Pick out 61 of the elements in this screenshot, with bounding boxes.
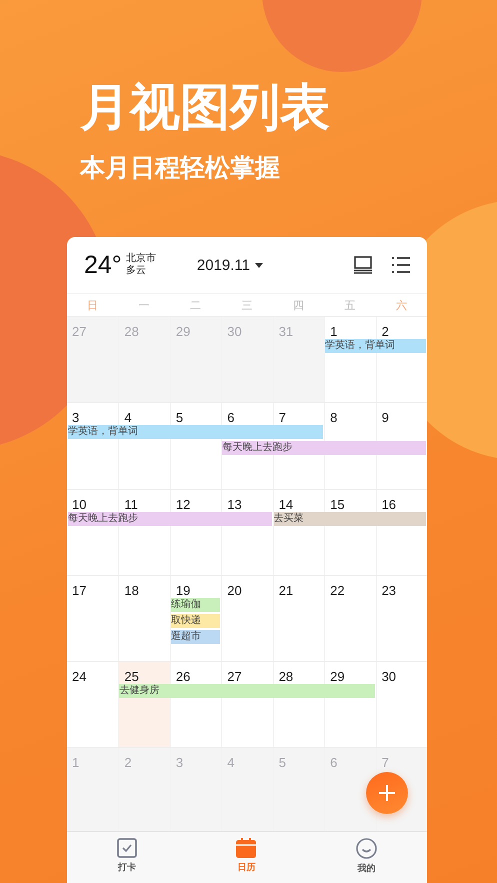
day-number[interactable]: 15 — [330, 496, 345, 512]
day-number[interactable]: 20 — [227, 582, 242, 598]
day-number[interactable]: 29 — [330, 669, 345, 684]
tab-item[interactable]: 打卡 — [106, 832, 147, 883]
event-bar[interactable]: 学英语，背单词 — [68, 425, 324, 440]
day-number[interactable]: 11 — [124, 496, 138, 512]
weekday-label: 六 — [396, 298, 407, 312]
day-number[interactable]: 6 — [227, 410, 235, 426]
promo-title: 月视图列表 — [80, 77, 330, 138]
day-number[interactable]: 9 — [382, 410, 389, 426]
day-number[interactable]: 22 — [330, 582, 345, 598]
panel-icon[interactable] — [353, 256, 373, 274]
event-bar[interactable]: 取快递 — [170, 614, 220, 628]
weather-label: 多云 — [126, 265, 147, 277]
day-number[interactable]: 30 — [382, 669, 396, 684]
promo-subtitle: 本月日程轻松掌握 — [80, 152, 280, 184]
day-number[interactable]: 1 — [330, 324, 338, 339]
day-number[interactable]: 10 — [72, 496, 86, 512]
list-icon[interactable] — [391, 256, 411, 274]
event-bar[interactable]: 去健身房 — [119, 684, 375, 698]
day-number[interactable]: 3 — [72, 410, 80, 426]
day-number[interactable]: 17 — [72, 582, 86, 598]
day-number[interactable]: 27 — [227, 669, 242, 684]
day-number[interactable]: 26 — [176, 669, 190, 684]
weekday-label: 一 — [138, 298, 150, 312]
day-number[interactable]: 7 — [278, 410, 286, 426]
event-bar[interactable]: 逛超市 — [170, 630, 220, 644]
day-number[interactable]: 23 — [382, 582, 396, 598]
event-bar[interactable]: 每天晚上去跑步 — [222, 441, 426, 456]
event-bar[interactable]: 学英语，背单词 — [325, 339, 426, 353]
day-number[interactable]: 5 — [176, 410, 184, 426]
day-number[interactable]: 4 — [124, 410, 132, 426]
day-number[interactable]: 16 — [382, 496, 396, 512]
weekday-label: 三 — [241, 298, 252, 312]
plus-icon — [379, 785, 395, 801]
event-bar[interactable]: 练瑜伽 — [170, 598, 220, 612]
day-number[interactable]: 14 — [278, 496, 294, 512]
event-bar[interactable]: 去买菜 — [274, 512, 426, 526]
day-number[interactable]: 24 — [72, 669, 86, 684]
weekday-label: 二 — [190, 298, 202, 312]
temperature: 24° — [84, 250, 122, 280]
day-number[interactable]: 8 — [330, 410, 338, 426]
day-number[interactable]: 25 — [124, 669, 139, 684]
weekday-label: 四 — [292, 298, 304, 312]
weekday-label: 五 — [344, 298, 356, 312]
day-number[interactable]: 18 — [124, 582, 139, 598]
day-number[interactable]: 12 — [176, 496, 190, 512]
caret-icon — [255, 262, 263, 268]
day-number[interactable]: 19 — [176, 582, 190, 598]
day-number[interactable]: 2 — [382, 324, 389, 339]
day-number[interactable]: 28 — [278, 669, 294, 684]
month-picker[interactable]: 2019.11 — [196, 256, 263, 274]
day-number[interactable]: 21 — [278, 582, 294, 598]
event-bar[interactable]: 每天晚上去跑步 — [68, 512, 272, 526]
checkbox-icon — [116, 838, 137, 858]
smiley-icon — [356, 838, 378, 859]
city-label: 北京市 — [126, 253, 156, 265]
day-number[interactable]: 13 — [227, 496, 242, 512]
tab-item[interactable]: 我的 — [346, 832, 388, 883]
weekday-label: 日 — [87, 298, 98, 312]
calendar-icon — [236, 838, 256, 858]
